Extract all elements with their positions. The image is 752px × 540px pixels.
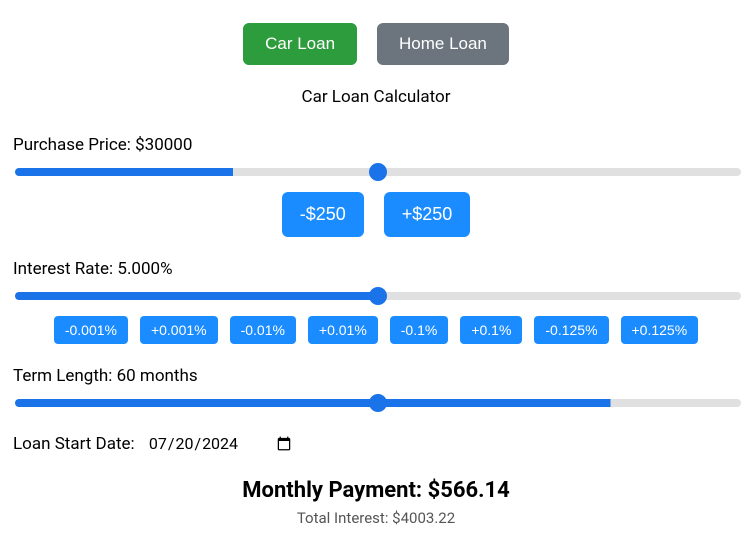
loan-start-date-label: Loan Start Date: — [13, 434, 139, 454]
loan-type-tabs: Car Loan Home Loan — [13, 23, 739, 65]
term-length-slider[interactable] — [15, 399, 741, 407]
interest-rate-label: Interest Rate: 5.000% — [13, 259, 739, 279]
purchase-price-label: Purchase Price: $30000 — [13, 135, 739, 155]
total-interest: Total Interest: $4003.22 — [13, 509, 739, 527]
purchase-price-slider-row — [13, 161, 739, 180]
monthly-payment-value: 566.14 — [440, 478, 510, 503]
purchase-price-increase-button[interactable]: +$250 — [384, 192, 471, 237]
interest-rate-step-3[interactable]: +0.01% — [308, 316, 378, 344]
interest-rate-label-prefix: Interest Rate: — [13, 259, 117, 279]
monthly-payment-label: Monthly Payment: $ — [242, 478, 440, 503]
term-length-suffix: months — [136, 366, 198, 386]
purchase-price-value: 30000 — [145, 135, 193, 155]
total-interest-label: Total Interest: $ — [297, 509, 401, 527]
purchase-price-label-prefix: Purchase Price: $ — [13, 135, 145, 155]
total-interest-value: 4003.22 — [401, 509, 456, 527]
purchase-price-decrease-button[interactable]: -$250 — [282, 192, 364, 237]
interest-rate-step-0[interactable]: -0.001% — [54, 316, 128, 344]
term-length-label-prefix: Term Length: — [13, 366, 117, 386]
interest-rate-step-row: -0.001% +0.001% -0.01% +0.01% -0.1% +0.1… — [13, 316, 739, 344]
interest-rate-step-6[interactable]: -0.125% — [534, 316, 608, 344]
page-title: Car Loan Calculator — [13, 87, 739, 107]
interest-rate-value: 5.000 — [117, 259, 160, 279]
monthly-payment: Monthly Payment: $566.14 — [13, 478, 739, 503]
term-length-slider-row — [13, 392, 739, 411]
interest-rate-step-2[interactable]: -0.01% — [230, 316, 296, 344]
purchase-price-step-row: -$250 +$250 — [13, 192, 739, 237]
interest-rate-suffix: % — [160, 259, 172, 279]
term-length-label: Term Length: 60 months — [13, 366, 739, 386]
interest-rate-step-4[interactable]: -0.1% — [390, 316, 449, 344]
purchase-price-slider[interactable] — [15, 168, 741, 176]
tab-home-loan[interactable]: Home Loan — [377, 23, 509, 65]
interest-rate-slider[interactable] — [15, 292, 741, 300]
loan-start-date-input[interactable] — [147, 433, 294, 454]
tab-car-loan[interactable]: Car Loan — [243, 23, 357, 65]
interest-rate-slider-row — [13, 285, 739, 304]
interest-rate-step-5[interactable]: +0.1% — [460, 316, 522, 344]
term-length-value: 60 — [117, 366, 136, 386]
loan-start-date-row: Loan Start Date: — [13, 433, 739, 454]
interest-rate-step-1[interactable]: +0.001% — [140, 316, 218, 344]
interest-rate-step-7[interactable]: +0.125% — [621, 316, 699, 344]
